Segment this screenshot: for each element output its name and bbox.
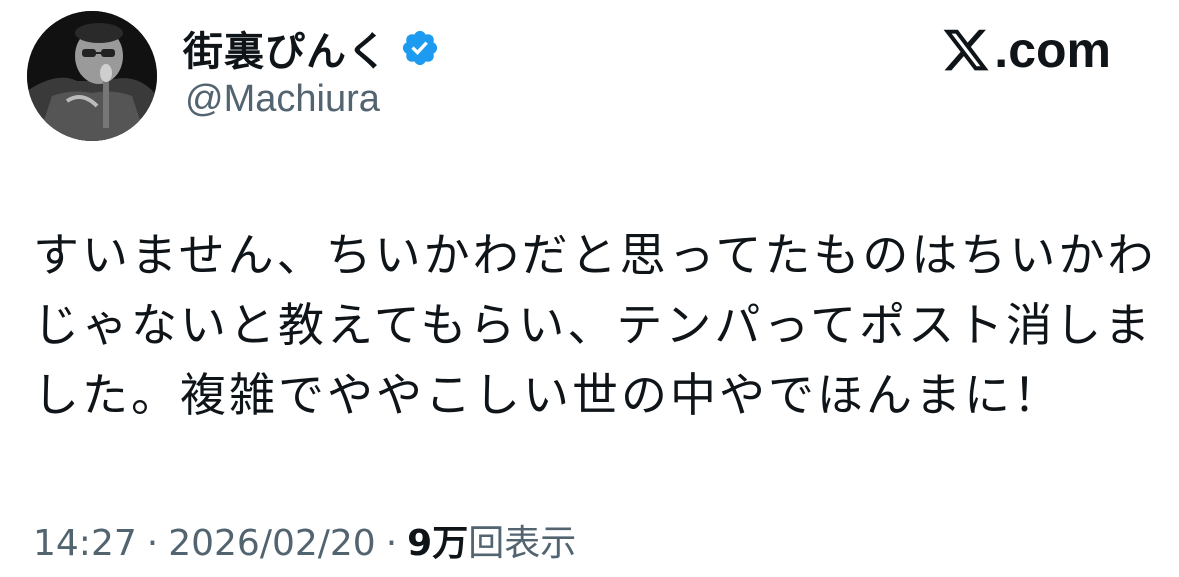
brand-domain-suffix: .com <box>994 22 1111 78</box>
tweet-text: すいません、ちいかわだと思ってたものはちいかわ じゃないと教えてもらい、テンパっ… <box>33 220 1153 430</box>
tweet-time[interactable]: 14:27 <box>33 523 137 564</box>
x-com-brand: .com <box>940 20 1111 80</box>
handle[interactable]: @Machiura <box>185 78 380 121</box>
meta-separator: · <box>385 523 398 564</box>
tweet-line: じゃないと教えてもらい、テンパってポスト消しま <box>33 298 1154 352</box>
tweet-line: すいません、ちいかわだと思ってたものはちいかわ <box>33 228 1157 282</box>
profile-photo <box>27 11 157 141</box>
verified-badge-icon[interactable] <box>400 28 440 68</box>
tweet-line: した。複雑でややこしい世の中やでほんまに！ <box>33 368 1062 422</box>
x-logo-icon <box>943 29 989 71</box>
avatar[interactable] <box>27 11 157 141</box>
display-name[interactable]: 街裏ぴんく <box>183 19 388 77</box>
author-name-row: 街裏ぴんく <box>183 18 440 78</box>
meta-separator: · <box>146 523 159 564</box>
views-label: 回表示 <box>468 523 577 564</box>
tweet-date[interactable]: 2026/02/20 <box>168 523 376 564</box>
tweet-meta: 14:27 · 2026/02/20 · 9万 回表示 <box>33 514 576 566</box>
views-count[interactable]: 9万 <box>407 514 468 566</box>
